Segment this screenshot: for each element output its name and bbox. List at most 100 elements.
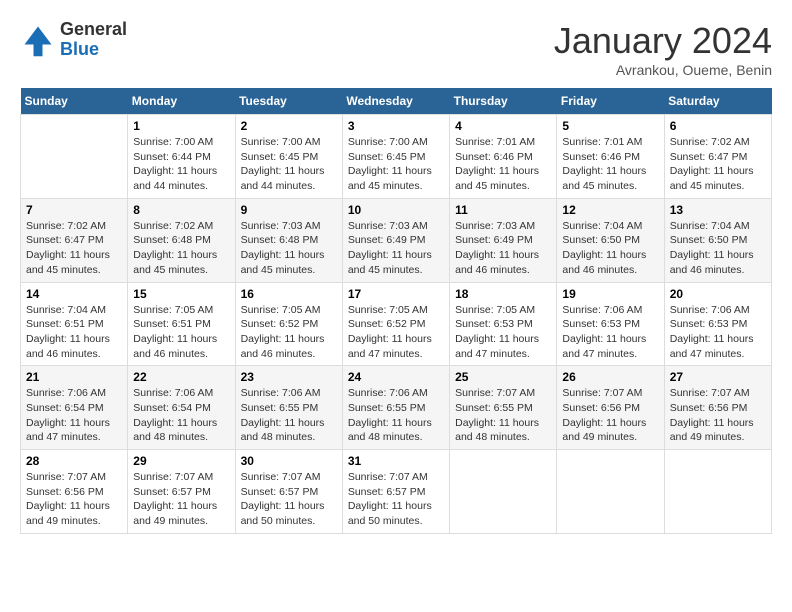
day-info: Sunrise: 7:06 AMSunset: 6:53 PMDaylight:… (562, 303, 658, 362)
logo-text: General Blue (60, 20, 127, 60)
day-info: Sunrise: 7:01 AMSunset: 6:46 PMDaylight:… (455, 135, 551, 194)
day-info: Sunrise: 7:01 AMSunset: 6:46 PMDaylight:… (562, 135, 658, 194)
day-info: Sunrise: 7:00 AMSunset: 6:45 PMDaylight:… (241, 135, 337, 194)
day-info: Sunrise: 7:02 AMSunset: 6:48 PMDaylight:… (133, 219, 229, 278)
calendar-cell: 9Sunrise: 7:03 AMSunset: 6:48 PMDaylight… (235, 198, 342, 282)
day-info: Sunrise: 7:06 AMSunset: 6:55 PMDaylight:… (348, 386, 444, 445)
calendar-cell: 19Sunrise: 7:06 AMSunset: 6:53 PMDayligh… (557, 282, 664, 366)
header-monday: Monday (128, 88, 235, 115)
day-number: 17 (348, 287, 444, 301)
calendar-week-row: 1Sunrise: 7:00 AMSunset: 6:44 PMDaylight… (21, 115, 772, 199)
day-number: 22 (133, 370, 229, 384)
day-number: 13 (670, 203, 766, 217)
calendar-cell: 16 Sunrise: 7:05 AMSunset: 6:52 PMDayligh… (235, 282, 342, 366)
logo-general-text: General (60, 20, 127, 40)
calendar-cell: 13 Sunrise: 7:04 AMSunset: 6:50 PMDayligh… (664, 198, 771, 282)
day-info: Sunrise: 7:06 AMSunset: 6:54 PMDaylight:… (133, 386, 229, 445)
calendar-week-row: 21Sunrise: 7:06 AMSunset: 6:54 PMDayligh… (21, 366, 772, 450)
day-number: 29 (133, 454, 229, 468)
day-number: 16 (241, 287, 337, 301)
calendar-table: SundayMondayTuesdayWednesdayThursdayFrid… (20, 88, 772, 534)
day-info: Sunrise: 7:05 AMSunset: 6:53 PMDaylight:… (455, 303, 551, 362)
calendar-cell: 5 Sunrise: 7:01 AMSunset: 6:46 PMDaylight… (557, 115, 664, 199)
day-info: Sunrise: 7:07 AMSunset: 6:57 PMDaylight:… (348, 470, 444, 529)
calendar-cell: 30 Sunrise: 7:07 AMSunset: 6:57 PMDayligh… (235, 450, 342, 534)
calendar-cell: 15 Sunrise: 7:05 AMSunset: 6:51 PMDayligh… (128, 282, 235, 366)
calendar-cell (557, 450, 664, 534)
day-info: Sunrise: 7:07 AMSunset: 6:55 PMDaylight:… (455, 386, 551, 445)
day-number: 5 (562, 119, 658, 133)
day-number: 7 (26, 203, 122, 217)
calendar-cell: 3Sunrise: 7:00 AMSunset: 6:45 PMDaylight… (342, 115, 449, 199)
header-thursday: Thursday (450, 88, 557, 115)
calendar-cell: 23 Sunrise: 7:06 AMSunset: 6:55 PMDayligh… (235, 366, 342, 450)
calendar-week-row: 28Sunrise: 7:07 AMSunset: 6:56 PMDayligh… (21, 450, 772, 534)
calendar-cell: 31 Sunrise: 7:07 AMSunset: 6:57 PMDayligh… (342, 450, 449, 534)
day-number: 18 (455, 287, 551, 301)
calendar-cell: 18 Sunrise: 7:05 AMSunset: 6:53 PMDayligh… (450, 282, 557, 366)
calendar-cell: 28Sunrise: 7:07 AMSunset: 6:56 PMDayligh… (21, 450, 128, 534)
calendar-cell: 1Sunrise: 7:00 AMSunset: 6:44 PMDaylight… (128, 115, 235, 199)
day-number: 4 (455, 119, 551, 133)
calendar-cell: 25 Sunrise: 7:07 AMSunset: 6:55 PMDayligh… (450, 366, 557, 450)
day-number: 11 (455, 203, 551, 217)
day-info: Sunrise: 7:07 AMSunset: 6:57 PMDaylight:… (241, 470, 337, 529)
calendar-cell: 2 Sunrise: 7:00 AMSunset: 6:45 PMDaylight… (235, 115, 342, 199)
day-info: Sunrise: 7:06 AMSunset: 6:54 PMDaylight:… (26, 386, 122, 445)
calendar-cell: 24 Sunrise: 7:06 AMSunset: 6:55 PMDayligh… (342, 366, 449, 450)
day-number: 31 (348, 454, 444, 468)
calendar-cell: 12Sunrise: 7:04 AMSunset: 6:50 PMDayligh… (557, 198, 664, 282)
day-info: Sunrise: 7:06 AMSunset: 6:55 PMDaylight:… (241, 386, 337, 445)
day-info: Sunrise: 7:05 AMSunset: 6:51 PMDaylight:… (133, 303, 229, 362)
calendar-cell: 10 Sunrise: 7:03 AMSunset: 6:49 PMDayligh… (342, 198, 449, 282)
day-number: 8 (133, 203, 229, 217)
day-number: 2 (241, 119, 337, 133)
day-number: 24 (348, 370, 444, 384)
day-info: Sunrise: 7:04 AMSunset: 6:50 PMDaylight:… (562, 219, 658, 278)
calendar-cell: 8 Sunrise: 7:02 AMSunset: 6:48 PMDaylight… (128, 198, 235, 282)
day-number: 26 (562, 370, 658, 384)
header-saturday: Saturday (664, 88, 771, 115)
day-number: 23 (241, 370, 337, 384)
calendar-cell: 14Sunrise: 7:04 AMSunset: 6:51 PMDayligh… (21, 282, 128, 366)
day-info: Sunrise: 7:05 AMSunset: 6:52 PMDaylight:… (241, 303, 337, 362)
day-info: Sunrise: 7:02 AMSunset: 6:47 PMDaylight:… (26, 219, 122, 278)
day-info: Sunrise: 7:00 AMSunset: 6:44 PMDaylight:… (133, 135, 229, 194)
page-header: General Blue January 2024 Avrankou, Ouem… (20, 20, 772, 78)
day-number: 27 (670, 370, 766, 384)
day-number: 15 (133, 287, 229, 301)
header-friday: Friday (557, 88, 664, 115)
calendar-cell: 11 Sunrise: 7:03 AMSunset: 6:49 PMDayligh… (450, 198, 557, 282)
calendar-cell (664, 450, 771, 534)
header-wednesday: Wednesday (342, 88, 449, 115)
day-number: 14 (26, 287, 122, 301)
day-number: 30 (241, 454, 337, 468)
day-number: 10 (348, 203, 444, 217)
day-info: Sunrise: 7:00 AMSunset: 6:45 PMDaylight:… (348, 135, 444, 194)
calendar-cell: 21Sunrise: 7:06 AMSunset: 6:54 PMDayligh… (21, 366, 128, 450)
day-info: Sunrise: 7:06 AMSunset: 6:53 PMDaylight:… (670, 303, 766, 362)
day-number: 28 (26, 454, 122, 468)
calendar-title: January 2024 (554, 20, 772, 62)
calendar-header-row: SundayMondayTuesdayWednesdayThursdayFrid… (21, 88, 772, 115)
calendar-cell: 4 Sunrise: 7:01 AMSunset: 6:46 PMDaylight… (450, 115, 557, 199)
day-info: Sunrise: 7:03 AMSunset: 6:49 PMDaylight:… (455, 219, 551, 278)
title-block: January 2024 Avrankou, Oueme, Benin (554, 20, 772, 78)
logo-blue-text: Blue (60, 40, 127, 60)
logo-icon (20, 22, 56, 58)
day-number: 25 (455, 370, 551, 384)
logo: General Blue (20, 20, 127, 60)
day-info: Sunrise: 7:03 AMSunset: 6:49 PMDaylight:… (348, 219, 444, 278)
day-info: Sunrise: 7:07 AMSunset: 6:56 PMDaylight:… (670, 386, 766, 445)
day-info: Sunrise: 7:04 AMSunset: 6:50 PMDaylight:… (670, 219, 766, 278)
calendar-cell (450, 450, 557, 534)
calendar-cell: 17Sunrise: 7:05 AMSunset: 6:52 PMDayligh… (342, 282, 449, 366)
calendar-cell: 22 Sunrise: 7:06 AMSunset: 6:54 PMDayligh… (128, 366, 235, 450)
calendar-cell: 20 Sunrise: 7:06 AMSunset: 6:53 PMDayligh… (664, 282, 771, 366)
calendar-cell: 6Sunrise: 7:02 AMSunset: 6:47 PMDaylight… (664, 115, 771, 199)
header-tuesday: Tuesday (235, 88, 342, 115)
calendar-cell (21, 115, 128, 199)
header-sunday: Sunday (21, 88, 128, 115)
day-number: 20 (670, 287, 766, 301)
calendar-cell: 27 Sunrise: 7:07 AMSunset: 6:56 PMDayligh… (664, 366, 771, 450)
